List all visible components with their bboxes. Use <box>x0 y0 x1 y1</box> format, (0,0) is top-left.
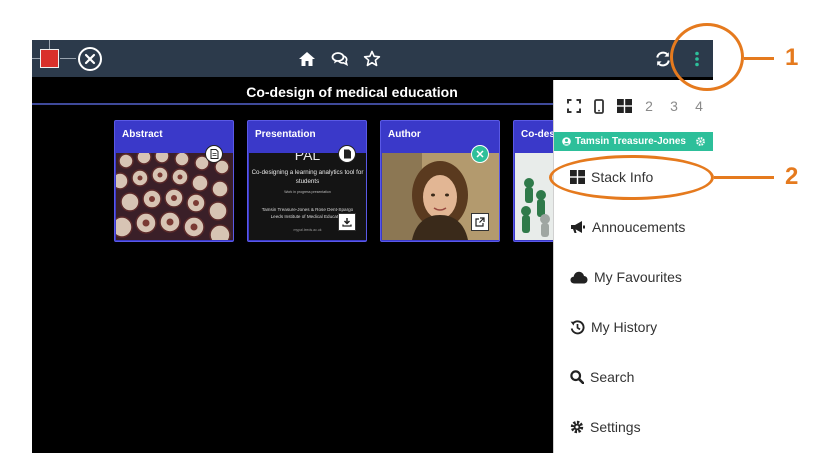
menu-item-label: Settings <box>590 419 641 435</box>
download-icon <box>342 218 352 227</box>
card-type-badge <box>471 145 489 163</box>
logo-connector <box>60 58 76 59</box>
expand-icon <box>567 99 581 113</box>
logo-connector <box>32 58 40 59</box>
close-icon <box>84 53 96 65</box>
user-circle-icon <box>562 137 571 146</box>
home-button[interactable] <box>298 50 316 68</box>
app-logo[interactable] <box>40 49 59 68</box>
file-icon <box>343 149 351 159</box>
th-large-icon <box>616 99 632 113</box>
document-icon <box>210 149 218 159</box>
mobile-view-option[interactable] <box>591 98 607 114</box>
main-menu-dropdown: 2 3 4 Tamsin Treasure-Jones Stack Info A… <box>553 80 713 453</box>
star-icon <box>363 50 381 67</box>
stack-title: Co-design of medical education <box>246 84 458 100</box>
menu-item-settings[interactable]: Settings <box>554 402 713 452</box>
grid-view-option[interactable] <box>616 98 632 114</box>
slide-title: Co-designing a learning analytics tool f… <box>251 169 364 185</box>
gear-icon[interactable] <box>695 136 706 147</box>
callout-number-2: 2 <box>785 163 799 190</box>
download-button[interactable] <box>338 213 356 231</box>
card-abstract[interactable]: Abstract <box>114 120 234 242</box>
menu-item-label: Search <box>590 369 635 385</box>
menu-item-label: Annoucements <box>592 219 686 235</box>
slide-subtitle: Work in progress presentation <box>284 190 331 194</box>
comments-button[interactable] <box>331 50 349 68</box>
menu-item-label: My History <box>591 319 658 335</box>
columns-3-option[interactable]: 3 <box>666 98 682 114</box>
callout-number-1: 1 <box>785 44 799 71</box>
menu-item-annoucements[interactable]: Annoucements <box>554 202 713 252</box>
top-bar <box>32 40 713 77</box>
open-external-button[interactable] <box>471 213 489 231</box>
favourite-button[interactable] <box>363 50 381 68</box>
menu-item-my-history[interactable]: My History <box>554 302 713 352</box>
slide-authors: Tamsin Treasure-Jones & Rose Dent-Spargo <box>261 207 354 212</box>
card-author[interactable]: Author <box>380 120 500 242</box>
megaphone-icon <box>571 221 585 233</box>
search-icon <box>570 370 584 384</box>
close-icon <box>476 150 484 158</box>
card-presentation[interactable]: Presentation PAL Co-designing a learning… <box>247 120 367 242</box>
callout-circle-1 <box>670 23 744 91</box>
fullscreen-view-option[interactable] <box>566 98 582 114</box>
menu-item-my-favourites[interactable]: My Favourites <box>554 252 713 302</box>
callout-circle-2 <box>549 155 714 200</box>
callout-line-2 <box>714 176 774 179</box>
comments-icon <box>331 52 349 67</box>
home-icon <box>299 52 315 66</box>
menu-item-search[interactable]: Search <box>554 352 713 402</box>
history-icon <box>570 319 585 334</box>
columns-2-option[interactable]: 2 <box>641 98 657 114</box>
user-profile-bar[interactable]: Tamsin Treasure-Jones <box>554 132 713 151</box>
screenshot: Co-design of medical education Abstract <box>0 0 833 469</box>
columns-4-option[interactable]: 4 <box>691 98 707 114</box>
mobile-phone-icon <box>594 98 604 114</box>
typewriter-image <box>116 153 233 240</box>
close-button[interactable] <box>78 47 102 71</box>
menu-item-label: My Favourites <box>594 269 682 285</box>
cloud-icon <box>570 271 588 283</box>
external-link-icon <box>475 217 485 227</box>
user-name: Tamsin Treasure-Jones <box>575 136 686 147</box>
view-mode-selector: 2 3 4 <box>554 80 713 132</box>
card-type-badge <box>338 145 356 163</box>
logo-connector <box>49 40 50 49</box>
app-window: Co-design of medical education Abstract <box>32 40 713 453</box>
typewriter-keys-illustration <box>116 153 233 240</box>
callout-line-1 <box>744 57 774 60</box>
gear-icon <box>570 420 584 434</box>
card-type-badge <box>205 145 223 163</box>
